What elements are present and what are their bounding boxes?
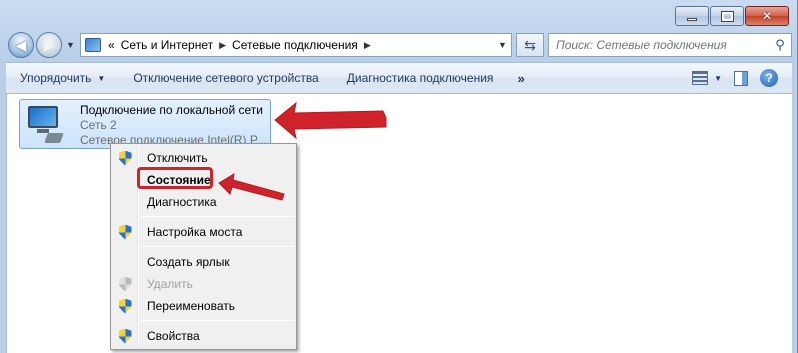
navigation-row: ◀ ▶ ▼ « Сеть и Интернет ▶ Сетевые подклю… — [6, 32, 792, 58]
more-commands-icon: » — [517, 70, 525, 86]
shield-icon — [118, 276, 132, 292]
connection-network: Сеть 2 — [80, 118, 117, 132]
menu-item-label: Создать ярлык — [147, 255, 230, 269]
connection-details: Подключение по локальной сети Сеть 2 Сет… — [80, 103, 266, 148]
menu-item-label: Удалить — [147, 277, 193, 291]
more-commands-button[interactable]: » — [507, 71, 534, 86]
forward-arrow-icon: ▶ — [43, 36, 55, 53]
menu-item-bridge[interactable]: Настройка моста — [113, 221, 294, 243]
maximize-icon — [720, 10, 734, 22]
recent-pages-dropdown[interactable]: ▼ — [66, 40, 75, 50]
address-bar[interactable]: « Сеть и Интернет ▶ Сетевые подключения … — [80, 33, 512, 57]
minimize-button[interactable] — [675, 6, 709, 26]
breadcrumb-separator-icon[interactable]: ▶ — [361, 40, 374, 51]
search-icon[interactable]: ⚲ — [769, 37, 791, 53]
network-folder-icon — [85, 38, 101, 52]
breadcrumb-network-internet[interactable]: Сеть и Интернет — [118, 38, 216, 52]
shield-icon — [118, 150, 132, 166]
refresh-button[interactable]: ⇆ — [516, 33, 544, 57]
close-icon: ✕ — [761, 9, 773, 23]
breadcrumb-separator-icon[interactable]: ▶ — [216, 40, 229, 51]
menu-item-rename[interactable]: Переименовать — [113, 295, 294, 317]
help-icon[interactable]: ? — [760, 69, 778, 87]
disconnect-device-button[interactable]: Отключение сетевого устройства — [119, 71, 332, 85]
back-button[interactable]: ◀ — [8, 32, 34, 58]
command-bar: Упорядочить ▼ Отключение сетевого устрой… — [6, 62, 792, 94]
diagnose-connection-button[interactable]: Диагностика подключения — [333, 71, 508, 85]
back-arrow-icon: ◀ — [15, 36, 27, 53]
search-input[interactable] — [556, 38, 769, 52]
menu-item-create-shortcut[interactable]: Создать ярлык — [113, 251, 294, 273]
organize-button[interactable]: Упорядочить ▼ — [6, 71, 119, 85]
menu-separator — [141, 246, 294, 247]
menu-item-label: Свойства — [147, 329, 200, 343]
close-button[interactable]: ✕ — [745, 6, 789, 26]
menu-item-label: Переименовать — [147, 299, 235, 313]
network-adapter-icon — [24, 103, 74, 147]
menu-item-delete: Удалить — [113, 273, 294, 295]
menu-item-disable[interactable]: Отключить — [113, 147, 294, 169]
forward-button[interactable]: ▶ — [36, 32, 62, 58]
connection-name: Подключение по локальной сети — [80, 103, 263, 117]
breadcrumb-network-connections[interactable]: Сетевые подключения — [229, 38, 361, 52]
status-highlight-box — [137, 167, 213, 189]
view-options-dropdown-icon[interactable]: ▼ — [714, 74, 722, 83]
caption-buttons: ✕ — [675, 6, 789, 26]
shield-icon — [118, 328, 132, 344]
menu-item-label: Настройка моста — [147, 225, 243, 239]
shield-icon — [118, 224, 132, 240]
command-bar-right: ▼ ? — [692, 69, 792, 87]
explorer-window: ✕ ◀ ▶ ▼ « Сеть и Интернет ▶ Сетевые подк… — [0, 0, 798, 353]
disconnect-device-label: Отключение сетевого устройства — [133, 71, 319, 85]
preview-pane-icon[interactable] — [734, 70, 748, 86]
breadcrumb-overflow[interactable]: « — [105, 38, 118, 52]
refresh-icon: ⇆ — [524, 36, 536, 53]
maximize-button[interactable] — [710, 6, 744, 26]
minimize-icon — [687, 17, 697, 21]
change-view-icon[interactable] — [692, 71, 709, 85]
search-box[interactable]: ⚲ — [548, 33, 792, 57]
shield-icon — [118, 298, 132, 314]
address-dropdown-icon[interactable]: ▼ — [494, 34, 511, 56]
network-connection-item[interactable]: Подключение по локальной сети Сеть 2 Сет… — [19, 99, 271, 149]
organize-label: Упорядочить — [20, 71, 92, 85]
menu-item-diagnostics[interactable]: Диагностика — [113, 191, 294, 213]
diagnose-connection-label: Диагностика подключения — [346, 71, 494, 85]
menu-separator — [141, 320, 294, 321]
menu-item-label: Диагностика — [147, 195, 217, 209]
menu-separator — [141, 216, 294, 217]
chevron-down-icon: ▼ — [97, 73, 106, 83]
menu-item-properties[interactable]: Свойства — [113, 325, 294, 347]
menu-item-label: Отключить — [147, 151, 208, 165]
